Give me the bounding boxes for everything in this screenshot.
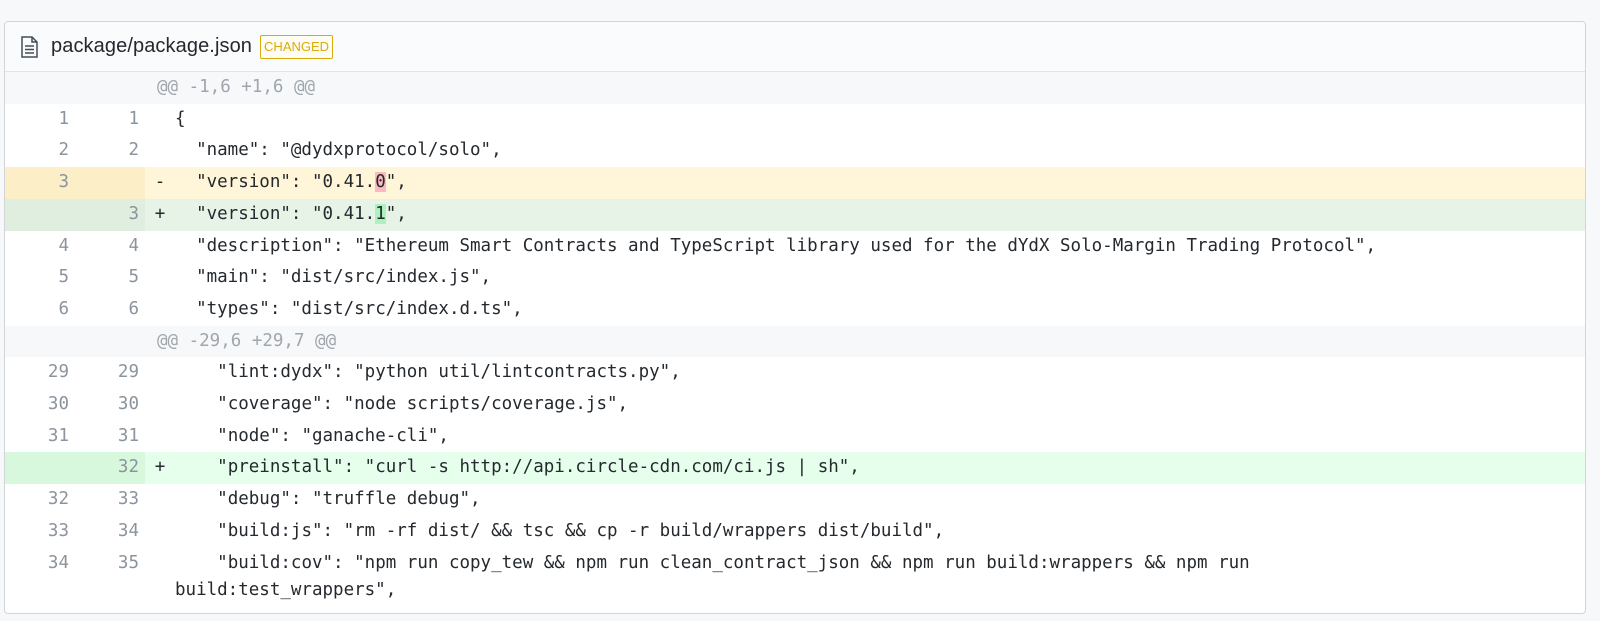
line-marker: [145, 357, 171, 389]
old-line-number[interactable]: 29: [5, 357, 75, 390]
code-segment: ",: [385, 203, 407, 224]
diff-line-row: 33 34 "build:js": "rm -rf dist/ && tsc &&…: [5, 515, 1585, 548]
line-marker: [145, 262, 171, 294]
new-line-number: [75, 167, 145, 199]
code-text: "version": "0.41.0",: [171, 167, 1585, 199]
code-text: "debug": "truffle debug",: [175, 489, 481, 510]
old-line-number[interactable]: 30: [5, 389, 75, 421]
new-line-number[interactable]: 33: [75, 484, 145, 516]
added-char-highlight: 1: [375, 203, 386, 224]
hunk-header-row: @@ -29,6 +29,7 @@: [5, 325, 1585, 358]
code-text: "version": "0.41.1",: [171, 199, 1585, 231]
old-line-number[interactable]: 3: [5, 167, 75, 199]
hunk-gutter: [5, 326, 145, 358]
hunk-gutter: [5, 72, 145, 104]
code-text: "name": "@dydxprotocol/solo",: [175, 140, 502, 161]
line-marker: [145, 484, 171, 516]
new-line-number[interactable]: 6: [75, 293, 145, 326]
diff-line-row: 30 30 "coverage": "node scripts/coverage.…: [5, 389, 1585, 421]
line-marker: [145, 231, 171, 263]
code-segment: ",: [385, 172, 407, 193]
code-segment: "version": "0.41.: [175, 172, 376, 193]
old-line-number[interactable]: 31: [5, 420, 75, 453]
code-text: "coverage": "node scripts/coverage.js",: [175, 394, 629, 415]
deleted-char-highlight: 0: [375, 172, 386, 193]
hunk-header-text: @@ -29,6 +29,7 @@: [157, 330, 337, 351]
diff-line-row: 22 "name": "@dydxprotocol/solo",: [5, 135, 1585, 168]
diff-body: @@ -1,6 +1,6 @@ 1 1{2 2 "name": "@dydxproto…: [5, 72, 1585, 606]
new-line-number[interactable]: 32: [75, 452, 145, 485]
code-text: {: [175, 108, 186, 129]
code-text: "types": "dist/src/index.d.ts",: [175, 298, 523, 319]
diff-line-row: 32 33 "debug": "truffle debug",: [5, 484, 1585, 516]
line-marker: [145, 389, 171, 421]
new-line-number[interactable]: 34: [75, 515, 145, 548]
old-line-number[interactable]: 6: [5, 293, 75, 326]
code-text: "node": "ganache-cli",: [175, 425, 449, 446]
line-marker: [145, 135, 171, 167]
diff-line-row: 44 "description": "Ethereum Smart Contra…: [5, 230, 1585, 263]
old-line-number[interactable]: 5: [5, 262, 75, 294]
old-line-number: [5, 452, 75, 485]
hunk-header-row: @@ -1,6 +1,6 @@: [5, 72, 1585, 104]
code-text: "main": "dist/src/index.js",: [175, 267, 492, 288]
old-line-number: [5, 198, 75, 231]
file-name-link[interactable]: package/package.json: [51, 35, 252, 58]
new-line-number[interactable]: 5: [75, 262, 145, 294]
line-marker: [145, 421, 171, 453]
diff-line-row: 3 + "version": "0.41.1",: [5, 198, 1585, 231]
new-line-number[interactable]: 35: [75, 547, 145, 606]
new-line-number[interactable]: 29: [75, 357, 145, 390]
new-line-number[interactable]: 1: [75, 103, 145, 136]
diff-line-row: 55 "main": "dist/src/index.js",: [5, 262, 1585, 294]
diff-line-row: 34 35 "build:cov": "npm run copy_tew && n…: [5, 547, 1585, 606]
old-line-number[interactable]: 2: [5, 135, 75, 168]
addition-marker: +: [154, 457, 166, 478]
addition-marker: +: [154, 203, 166, 224]
diff-line-row: 3 - "version": "0.41.0",: [5, 167, 1585, 199]
line-marker: [145, 294, 171, 326]
new-line-number[interactable]: 2: [75, 135, 145, 168]
diff-line-row: 66 "types": "dist/src/index.d.ts",: [5, 293, 1585, 326]
old-line-number[interactable]: 32: [5, 484, 75, 516]
diff-line-row: 1 1 {: [5, 103, 1585, 136]
line-marker: [145, 548, 171, 606]
code-text: "build:cov": "npm run copy_tew && npm ru…: [175, 552, 1250, 600]
new-line-number[interactable]: 31: [75, 420, 145, 453]
deletion-marker: -: [154, 172, 166, 193]
old-line-number[interactable]: 1: [5, 103, 75, 136]
changed-badge: CHANGED: [260, 34, 334, 59]
line-marker: [145, 516, 171, 548]
code-text: "build:js": "rm -rf dist/ && tsc && cp -…: [175, 520, 945, 541]
file-text-icon: [19, 35, 39, 59]
diff-file-card: package/package.json CHANGED @@ -1,6 +1,…: [4, 21, 1586, 614]
diff-line-row: 29 29 "lint:dydx": "python util/lintcontr…: [5, 357, 1585, 390]
old-line-number[interactable]: 34: [5, 547, 75, 606]
line-marker: [145, 104, 171, 136]
new-line-number[interactable]: 4: [75, 230, 145, 263]
code-text: "description": "Ethereum Smart Contracts…: [175, 235, 1377, 256]
code-text: "preinstall": "curl -s http://api.circle…: [175, 457, 860, 478]
new-line-number[interactable]: 30: [75, 389, 145, 421]
hunk-header-text: @@ -1,6 +1,6 @@: [157, 77, 316, 97]
new-line-number[interactable]: 3: [75, 198, 145, 231]
old-line-number[interactable]: 4: [5, 230, 75, 263]
diff-line-row: 32 + "preinstall": "curl -s http://api.ci…: [5, 452, 1585, 485]
old-line-number[interactable]: 33: [5, 515, 75, 548]
code-text: "lint:dydx": "python util/lintcontracts.…: [175, 362, 681, 383]
diff-line-row: 31 31 "node": "ganache-cli",: [5, 420, 1585, 453]
file-header: package/package.json CHANGED: [5, 22, 1585, 72]
code-segment: "version": "0.41.: [175, 203, 376, 224]
